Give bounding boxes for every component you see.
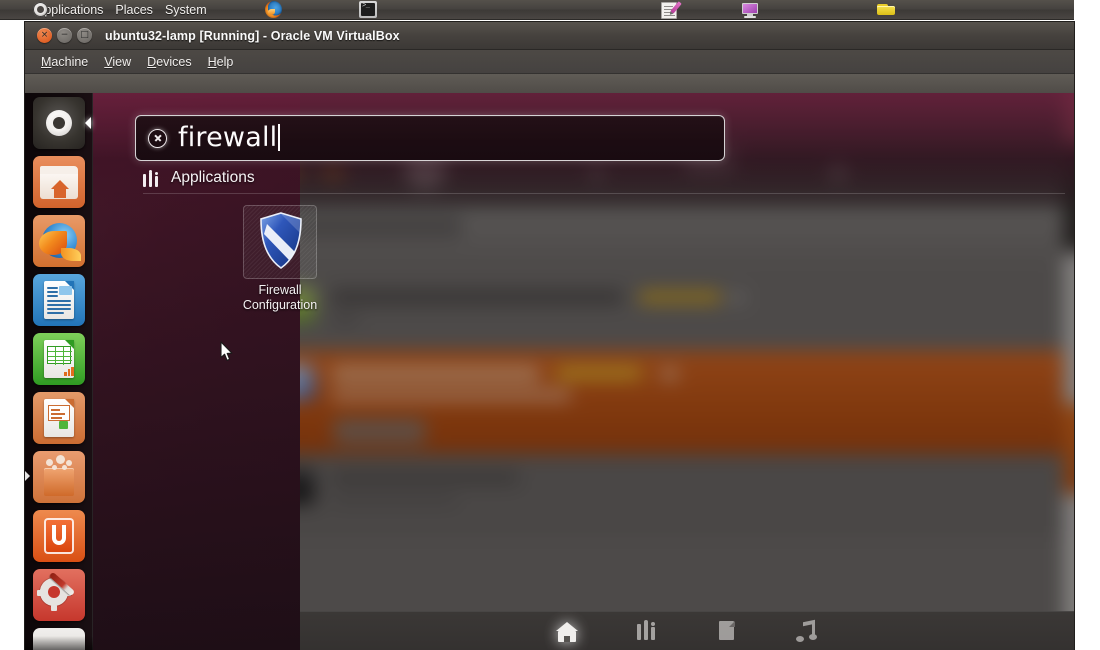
menu-devices[interactable]: Devices [139,53,199,71]
host-menu-system[interactable]: System [159,2,213,18]
minimize-button[interactable]: − [57,28,72,43]
shield-icon [260,212,302,269]
guest-screen: firewall Applications Firewall Configura… [25,93,1074,650]
window-title: ubuntu32-lamp [Running] - Oracle VM Virt… [105,28,400,43]
lens-files[interactable] [716,620,738,642]
ubuntu-logo-icon[interactable] [33,2,48,17]
menu-machine[interactable]: Machine [33,53,96,71]
close-button[interactable]: × [37,28,52,43]
launcher-active-arrow [85,117,91,129]
search-value: firewall [178,122,278,153]
minimize-icon: − [60,30,69,40]
files-folder-icon[interactable] [876,2,895,19]
result-label: Firewall Configuration [210,283,350,313]
launcher-item-writer[interactable] [33,274,85,326]
maximize-icon: □ [80,30,89,40]
close-icon: × [40,30,49,40]
host-top-panel: Applications Places System [0,0,1074,20]
launcher-item-home-folder[interactable] [33,156,85,208]
launcher-item-ubuntu-one[interactable] [33,510,85,562]
result-tile-firewall-configuration[interactable]: Firewall Configuration [210,205,350,315]
menu-help[interactable]: Help [200,53,242,71]
window-titlebar[interactable]: × − □ ubuntu32-lamp [Running] - Oracle V… [25,22,1074,50]
vbox-menubar: Machine View Devices Help [25,50,1074,74]
launcher-item-system-settings[interactable] [33,569,85,621]
unity-launcher [25,93,93,650]
text-editor-icon[interactable] [660,1,682,19]
launcher-fade [25,636,93,650]
host-menu-places[interactable]: Places [109,2,159,18]
clear-search-icon[interactable] [148,128,167,148]
category-label: Applications [171,169,255,186]
virtualbox-window: × − □ ubuntu32-lamp [Running] - Oracle V… [25,22,1074,650]
launcher-item-calc[interactable] [33,333,85,385]
launcher-item-impress[interactable] [33,392,85,444]
result-label-line2: Configuration [242,298,318,312]
launcher-item-software-center[interactable] [33,451,85,503]
ubuntu-circle-icon [46,110,72,136]
category-header-applications[interactable]: Applications [143,169,255,187]
launcher-item-firefox[interactable] [33,215,85,267]
search-input[interactable]: firewall [135,115,725,161]
lens-music[interactable] [796,619,818,642]
result-label-line1: Firewall [258,283,302,297]
mouse-pointer [220,341,233,361]
lens-applications[interactable] [636,620,658,642]
screen: Applications Places System × − □ [0,0,1100,650]
launcher-running-indicator [25,471,30,481]
maximize-button[interactable]: □ [77,28,92,43]
remote-desktop-icon[interactable] [741,2,759,19]
firefox-icon[interactable] [265,1,282,18]
text-caret [278,124,281,151]
host-menubar: Applications Places System [30,2,213,18]
dash-home-button[interactable] [33,97,85,149]
menu-view[interactable]: View [96,53,139,71]
applications-lens-icon [143,169,160,187]
terminal-icon[interactable] [359,1,377,18]
category-divider [143,193,1065,194]
unity-dash: firewall Applications Firewall Configura… [93,93,1074,650]
lens-home[interactable] [556,620,578,642]
window-controls: × − □ [37,28,92,43]
